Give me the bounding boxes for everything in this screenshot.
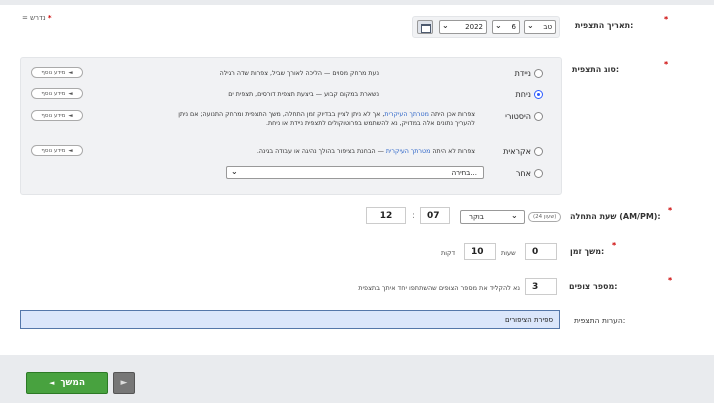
triangle-left-icon: ◄ <box>68 147 73 154</box>
triangle-right-icon: ► <box>120 378 128 388</box>
chevron-down-icon: ⌄ <box>231 167 238 176</box>
more-info-button-incidental[interactable]: מידע נוסף ◄ <box>31 145 83 156</box>
year-select[interactable]: ⌄ 2022 <box>439 20 487 34</box>
back-button[interactable]: ► <box>113 372 135 394</box>
type-label: סוג התצפית: <box>572 65 620 74</box>
notes-field[interactable] <box>20 310 560 329</box>
month-value: 6 <box>511 23 516 31</box>
date-label-wrap: תאריך התצפית: <box>575 21 633 30</box>
chevron-down-icon: ⌄ <box>527 21 534 30</box>
triangle-left-icon: ◄ <box>68 112 73 119</box>
more-info-label: מידע נוסף <box>41 147 66 154</box>
desc-text: צפרות אכן היתה <box>428 111 475 118</box>
start-hour-input[interactable]: 12 <box>366 207 406 224</box>
option-label-incidental: אקראית <box>503 147 531 156</box>
day-value: טב <box>543 23 552 31</box>
start-minute-input[interactable]: 07 <box>420 207 450 224</box>
notes-label: הערות התצפית: <box>574 316 626 325</box>
start-time-label: שעת התחלה (AM/PM): <box>570 212 661 221</box>
duration-label: משך זמן: <box>570 247 605 256</box>
option-desc-historical: צפרות אכן היתה מטרתך העיקרית, אך לא ניתן… <box>91 110 475 128</box>
more-info-label: מידע נוסף <box>41 90 66 97</box>
type-label-wrap: סוג התצפית: <box>572 65 619 74</box>
date-required-star: * <box>664 15 669 24</box>
more-info-button-traveling[interactable]: מידע נוסף ◄ <box>31 67 83 78</box>
time-separator: : <box>412 211 416 221</box>
month-select[interactable]: ⌄ 6 <box>492 20 520 34</box>
radio-other[interactable] <box>534 169 543 178</box>
chevron-down-icon: ⌄ <box>442 21 449 30</box>
year-value: 2022 <box>465 23 483 31</box>
top-bar <box>0 0 714 5</box>
observers-required-star: * <box>668 276 673 285</box>
radio-traveling[interactable] <box>534 69 543 78</box>
triangle-left-icon: ◄ <box>48 379 55 387</box>
chevron-down-icon: ⌄ <box>511 211 518 220</box>
continue-label: המשך <box>60 378 86 388</box>
required-legend-text: = נדרש <box>22 14 46 22</box>
other-protocol-select[interactable]: ⌄ בחירה... <box>226 166 484 179</box>
date-picker-group: ⌄ 2022 ⌄ 6 ⌄ טב <box>412 16 560 38</box>
observers-hint: נא להקליד את מספר הצופים שהשתתפו יחד אית… <box>358 284 520 292</box>
more-info-label: מידע נוסף <box>41 69 66 76</box>
start-time-label-wrap: שעת התחלה (AM/PM): <box>570 212 661 221</box>
minutes-unit-label: דקות <box>441 249 456 257</box>
start-required-star: * <box>668 206 673 215</box>
option-desc-incidental: צפרות לא היתה מטרתך העיקרית — הבחנת בציפ… <box>131 147 475 156</box>
option-label-stationary: ניחת <box>515 90 531 99</box>
continue-button[interactable]: ◄ המשך <box>26 372 108 394</box>
option-label-other: אחר <box>515 169 531 178</box>
primary-purpose-link[interactable]: מטרתך העיקרית <box>384 111 428 118</box>
desc-text: צפרות לא היתה <box>430 148 475 155</box>
radio-stationary[interactable] <box>534 90 543 99</box>
observers-count-input[interactable]: 3 <box>525 278 557 295</box>
duration-label-wrap: משך זמן: <box>570 247 604 256</box>
radio-incidental[interactable] <box>534 147 543 156</box>
desc-text: — הבחנת בציפור בהולך נהיגה או עבודה בגינ… <box>256 148 386 155</box>
duration-minutes-input[interactable]: 10 <box>464 243 496 260</box>
option-desc-traveling: נעת מרחק מסוים — הליכה לאורך שביל, צפרות… <box>219 70 379 77</box>
triangle-left-icon: ◄ <box>68 90 73 97</box>
radio-historical[interactable] <box>534 112 543 121</box>
more-info-button-historical[interactable]: מידע נוסף ◄ <box>31 110 83 121</box>
primary-purpose-link[interactable]: מטרתך העיקרית <box>386 148 430 155</box>
date-label: תאריך התצפית: <box>575 21 634 30</box>
notes-input[interactable] <box>21 311 559 328</box>
more-info-button-stationary[interactable]: מידע נוסף ◄ <box>31 88 83 99</box>
day-select[interactable]: ⌄ טב <box>524 20 556 34</box>
option-label-historical: היסטורי <box>505 112 531 121</box>
24h-clock-badge[interactable]: (שעון 24) <box>528 212 562 222</box>
desc-text: , אך לא ניתן לציין בבדיוק זמן התחלה, משך… <box>178 111 385 118</box>
observers-label-wrap: מספר צופים: <box>569 282 617 291</box>
triangle-left-icon: ◄ <box>68 69 73 76</box>
am-pm-value: בוקר <box>469 213 484 221</box>
duration-hours-input[interactable]: 0 <box>525 243 557 260</box>
required-legend: = נדרש * <box>22 14 52 22</box>
more-info-label: מידע נוסף <box>41 112 66 119</box>
calendar-icon[interactable] <box>417 20 433 34</box>
required-star: * <box>47 14 52 22</box>
am-pm-select[interactable]: ⌄ בוקר <box>460 210 525 224</box>
option-desc-stationary: נשארת במקום קבוע — ביצעת תצפית דורסים, ת… <box>228 91 379 98</box>
other-protocol-value: בחירה... <box>451 168 477 177</box>
desc-text: להעריך נתונים אלה במדויק, נא להשתמש בפרו… <box>265 120 475 127</box>
hours-unit-label: שעות <box>501 249 516 257</box>
chevron-down-icon: ⌄ <box>495 21 502 30</box>
observers-label: מספר צופים: <box>569 282 618 291</box>
type-required-star: * <box>664 60 669 69</box>
duration-required-star: * <box>612 241 617 250</box>
option-label-traveling: ניידת <box>514 69 531 78</box>
